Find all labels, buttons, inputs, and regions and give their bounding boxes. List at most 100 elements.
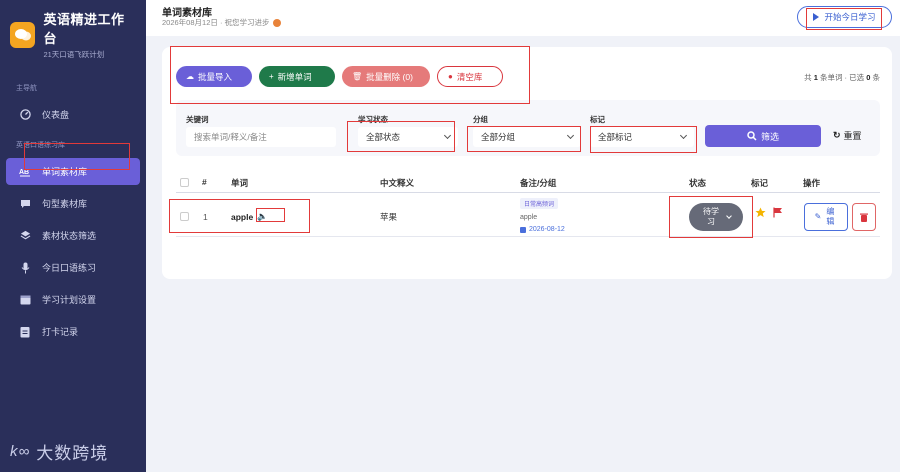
- meaning-text: 苹果: [380, 212, 398, 222]
- sidebar-item-checkin-records[interactable]: 打卡记录: [0, 318, 146, 345]
- chevron-down-icon: [566, 131, 575, 140]
- microphone-icon: [18, 261, 32, 275]
- mark-select[interactable]: 全部标记: [590, 127, 694, 147]
- layers-icon: [18, 229, 32, 243]
- keyword-search-input[interactable]: 搜索单词/释义/备注: [186, 127, 336, 147]
- page-subtitle-text: 2026年08月12日 · 祝您学习进步: [162, 18, 270, 27]
- status-select-value: 全部状态: [366, 132, 401, 142]
- watermark-mark: k∞: [10, 443, 31, 460]
- chevron-down-icon: [443, 131, 452, 140]
- calendar-small-icon: [520, 226, 526, 233]
- sidebar-item-plan-settings[interactable]: 学习计划设置: [0, 286, 146, 313]
- add-word-button[interactable]: + 新增单词: [259, 66, 335, 87]
- nav-section-main: 主导航: [16, 85, 37, 92]
- brand-subtitle: 21天口语飞跃计划: [43, 50, 105, 59]
- group-select[interactable]: 全部分组: [473, 127, 581, 147]
- reset-button[interactable]: ↻ 重置: [833, 129, 862, 142]
- speaker-icon[interactable]: 🔈: [257, 211, 268, 222]
- svg-text:AB: AB: [19, 169, 29, 176]
- refresh-icon: ↻: [833, 130, 841, 140]
- clear-library-button[interactable]: ● 清空库: [437, 66, 503, 87]
- edit-button[interactable]: ✎ 编辑: [804, 203, 848, 231]
- reset-button-label: 重置: [843, 131, 862, 141]
- count-suffix: 条: [870, 73, 880, 82]
- col-status: 状态: [689, 178, 707, 188]
- search-icon: [747, 131, 757, 141]
- select-all-checkbox[interactable]: [180, 178, 189, 187]
- batch-delete-label: 批量删除 (0): [366, 71, 413, 82]
- plus-icon: +: [269, 72, 274, 81]
- filter-button-label: 筛选: [760, 131, 779, 142]
- start-today-study-button[interactable]: 开始今日学习: [797, 6, 892, 28]
- word-cell: apple 🔈: [231, 211, 268, 222]
- chat-icon: [18, 197, 32, 211]
- cloud-upload-icon: ☁: [186, 72, 194, 81]
- brand: 英语精进工作台 21天口语飞跃计划: [0, 0, 146, 69]
- edit-label: 编辑: [826, 207, 835, 226]
- trash-icon: 🗑: [352, 72, 363, 81]
- watermark-logo: k∞ 大数跨境: [10, 439, 108, 464]
- group-label: 分组: [473, 115, 488, 124]
- group-tag: 日常高频词: [520, 198, 559, 209]
- batch-import-label: 批量导入: [198, 71, 233, 82]
- mark-label: 标记: [590, 115, 605, 124]
- group-select-value: 全部分组: [481, 132, 516, 142]
- delete-button[interactable]: [852, 203, 876, 231]
- toolbar: ☁ 批量导入 + 新增单词 🗑 批量删除 (0) ● 清空库: [176, 66, 503, 87]
- batch-import-button[interactable]: ☁ 批量导入: [176, 66, 252, 87]
- status-text: 待学习: [703, 207, 719, 226]
- edit-icon: ✎: [814, 212, 822, 221]
- chevron-down-icon: [726, 213, 732, 219]
- page-subtitle: 2026年08月12日 · 祝您学习进步: [162, 17, 281, 28]
- col-actions: 操作: [803, 178, 821, 188]
- page-header: 单词素材库 2026年08月12日 · 祝您学习进步 开始今日学习: [146, 0, 900, 36]
- col-word: 单词: [231, 178, 249, 188]
- sidebar-item-label: 打卡记录: [42, 327, 79, 337]
- note-date-text: 2026-08-12: [529, 226, 565, 233]
- brand-title: 英语精进工作台: [43, 12, 125, 46]
- note-date: 2026-08-12: [520, 226, 565, 233]
- clear-library-label: 清空库: [456, 71, 483, 82]
- sidebar-item-label: 仪表盘: [42, 110, 70, 120]
- table-header: # 单词 中文释义 备注/分组 状态 标记 操作: [176, 173, 880, 193]
- word-library-card: ☁ 批量导入 + 新增单词 🗑 批量删除 (0) ● 清空库 共 1 条单词 ·…: [162, 47, 892, 279]
- note-text: apple: [520, 214, 538, 221]
- add-word-label: 新增单词: [277, 71, 312, 82]
- status-select[interactable]: 全部状态: [358, 127, 458, 147]
- sidebar-item-dashboard[interactable]: 仪表盘: [0, 101, 146, 128]
- col-note: 备注/分组: [520, 178, 557, 188]
- sidebar-item-label: 学习计划设置: [42, 295, 97, 305]
- sidebar-item-label: 今日口语练习: [42, 263, 97, 273]
- status-label: 学习状态: [358, 115, 388, 124]
- mark-select-value: 全部标记: [598, 132, 633, 142]
- sidebar-item-status-filter[interactable]: 素材状态筛选: [0, 222, 146, 249]
- col-index: #: [202, 177, 207, 187]
- nav-section-practice: 英语口语练习库: [16, 142, 65, 149]
- sidebar-item-word-library[interactable]: AB 单词素材库: [6, 158, 140, 185]
- col-meaning: 中文释义: [380, 178, 415, 188]
- play-icon: [813, 13, 820, 21]
- batch-delete-button[interactable]: 🗑 批量删除 (0): [342, 66, 430, 87]
- star-icon[interactable]: [755, 207, 766, 220]
- word-text: apple: [231, 211, 254, 222]
- row-checkbox[interactable]: [180, 212, 189, 221]
- row-index: 1: [203, 212, 208, 222]
- calendar-icon: [18, 293, 32, 307]
- sidebar-item-label: 句型素材库: [42, 199, 88, 209]
- checklist-icon: [18, 325, 32, 339]
- sidebar: 英语精进工作台 21天口语飞跃计划 主导航 仪表盘 英语口语练习库 AB 单词素…: [0, 0, 146, 472]
- count-prefix: 共: [804, 73, 814, 82]
- selection-count: 共 1 条单词 · 已选 0 条: [804, 72, 880, 83]
- filter-button[interactable]: 筛选: [705, 125, 821, 147]
- flag-icon[interactable]: [773, 207, 783, 220]
- filter-panel: 关键词 搜索单词/释义/备注 学习状态 全部状态 分组 全部分组 标记 全部标记…: [176, 100, 880, 156]
- col-mark: 标记: [751, 178, 769, 188]
- status-dropdown[interactable]: 待学习: [689, 203, 743, 231]
- chevron-down-icon: [679, 131, 688, 140]
- bomb-icon: ●: [448, 72, 453, 81]
- ab-icon: AB: [18, 165, 32, 179]
- sidebar-item-sentence-library[interactable]: 句型素材库: [0, 190, 146, 217]
- sidebar-item-today-practice[interactable]: 今日口语练习: [0, 254, 146, 281]
- start-button-label: 开始今日学习: [824, 12, 876, 22]
- keyword-label: 关键词: [186, 115, 209, 124]
